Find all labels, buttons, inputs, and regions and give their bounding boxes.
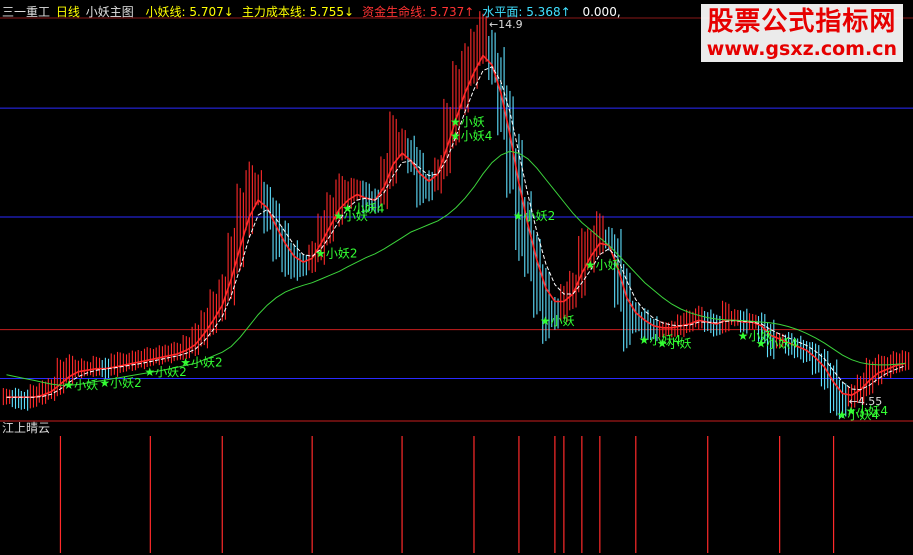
- signal-label-13: ★小妖: [657, 337, 692, 351]
- signal-label-0: ★小妖: [63, 378, 98, 392]
- period-label[interactable]: 日线: [56, 5, 80, 19]
- indicator-name[interactable]: 小妖主图: [86, 5, 134, 19]
- signal-label-15: ★小妖4: [756, 337, 798, 351]
- watermark-title: 股票公式指标网: [707, 7, 897, 37]
- price-bars: [2, 11, 910, 420]
- min-price-label: ←4.55: [849, 395, 883, 408]
- legend-line-3: 水平面: 5.368↑: [482, 5, 571, 19]
- signal-label-9: ★小妖2: [513, 209, 555, 223]
- signal-label-1: ★小妖2: [99, 376, 141, 390]
- stock-name: 三一重工: [2, 5, 51, 19]
- signal-label-10: ★小妖: [540, 314, 575, 328]
- signal-label-11: ★小妖: [585, 258, 620, 272]
- legend-line-0: 小妖线: 5.707↓: [145, 5, 234, 19]
- sub-panel-title: 江上晴云: [2, 421, 51, 435]
- chart-canvas[interactable]: ★小妖 ★小妖2★小妖2★小妖2★小妖2★小妖★小妖4★小妖★小妖4★小妖2★小妖…: [0, 0, 913, 555]
- signal-label-6: ★小妖4: [342, 201, 384, 215]
- signal-label-8: ★小妖4: [450, 129, 492, 143]
- watermark-url: www.gsxz.com.cn: [706, 38, 897, 60]
- signal-label-7: ★小妖: [450, 115, 485, 129]
- legend-line-2: 资金生命线: 5.737↑: [362, 5, 475, 19]
- signal-label-4: ★小妖2: [315, 247, 357, 261]
- chart-legend: 三一重工 日线 小妖主图 小妖线: 5.707↓ 主力成本线: 5.755↓ 资金生…: [2, 3, 625, 20]
- sub-panel-bars: [59, 436, 835, 553]
- signal-label-3: ★小妖2: [180, 355, 222, 369]
- legend-line-4: 0.000,: [578, 5, 621, 19]
- signal-markers: ★小妖 ★小妖2★小妖2★小妖2★小妖2★小妖★小妖4★小妖★小妖4★小妖2★小妖…: [63, 18, 888, 422]
- legend-line-1: 主力成本线: 5.755↓: [241, 5, 355, 19]
- site-watermark: 股票公式指标网 www.gsxz.com.cn: [700, 4, 903, 62]
